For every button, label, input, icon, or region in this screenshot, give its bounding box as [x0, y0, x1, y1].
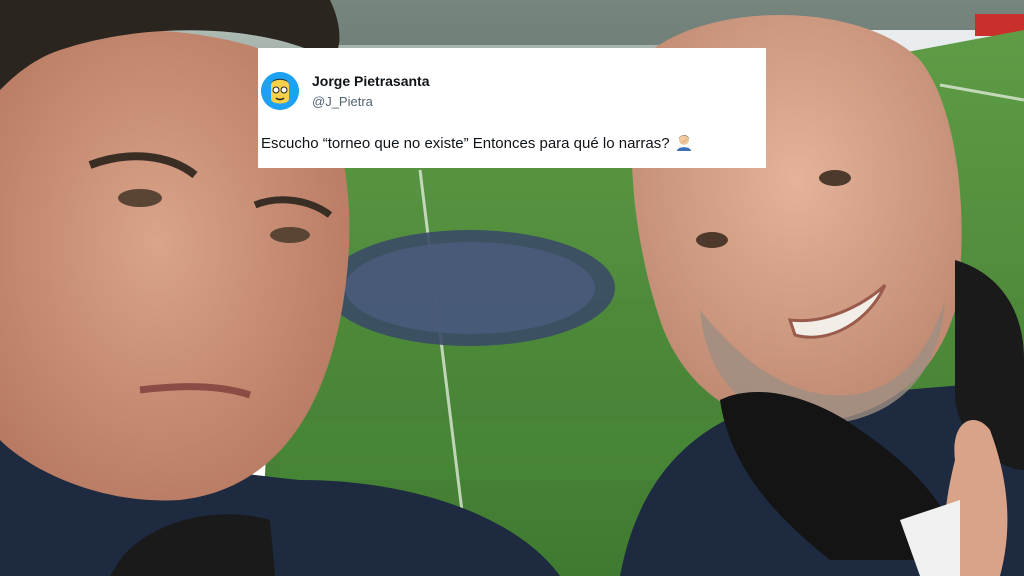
tweet-text-line: Escucho “torneo que no existe” Entonces …	[261, 133, 693, 155]
left-man-eye	[270, 227, 310, 243]
cartoon-face-icon	[261, 72, 299, 110]
left-man-eye	[118, 189, 162, 207]
tweet-text: Escucho “torneo que no existe” Entonces …	[261, 135, 670, 152]
person-facepalming-icon	[675, 133, 693, 155]
tweet-author-name: Jorge Pietrasanta	[312, 73, 430, 89]
center-circle-banner-inner	[345, 242, 595, 334]
right-man-eye	[819, 170, 851, 186]
right-man-eye	[696, 232, 728, 248]
avatar	[261, 72, 299, 110]
tweet-author-handle: @J_Pietra	[312, 94, 373, 109]
